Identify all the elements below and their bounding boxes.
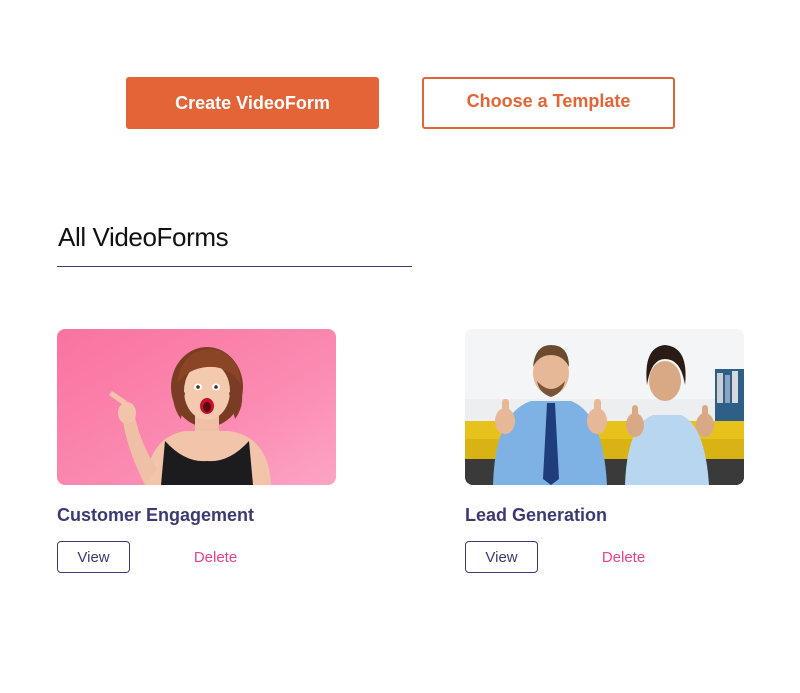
videoform-thumbnail[interactable] bbox=[57, 329, 336, 485]
create-videoform-button[interactable]: Create VideoForm bbox=[126, 77, 379, 129]
view-button[interactable]: View bbox=[465, 541, 538, 573]
thumbnail-image-thumbs-up-team bbox=[465, 329, 744, 485]
section-divider bbox=[57, 266, 412, 267]
videoform-thumbnail[interactable] bbox=[465, 329, 744, 485]
videoform-card: Customer Engagement View Delete bbox=[57, 329, 337, 573]
view-button[interactable]: View bbox=[57, 541, 130, 573]
delete-button[interactable]: Delete bbox=[167, 541, 264, 573]
delete-button[interactable]: Delete bbox=[575, 541, 672, 573]
choose-template-button[interactable]: Choose a Template bbox=[422, 77, 675, 129]
videoform-card-title: Lead Generation bbox=[465, 505, 608, 525]
videoform-card-title: Customer Engagement bbox=[57, 505, 255, 525]
section-title: All VideoForms bbox=[58, 222, 229, 252]
thumbnail-image-woman-pointing bbox=[57, 329, 336, 485]
videoform-card: Lead Generation View Delete bbox=[465, 329, 745, 573]
